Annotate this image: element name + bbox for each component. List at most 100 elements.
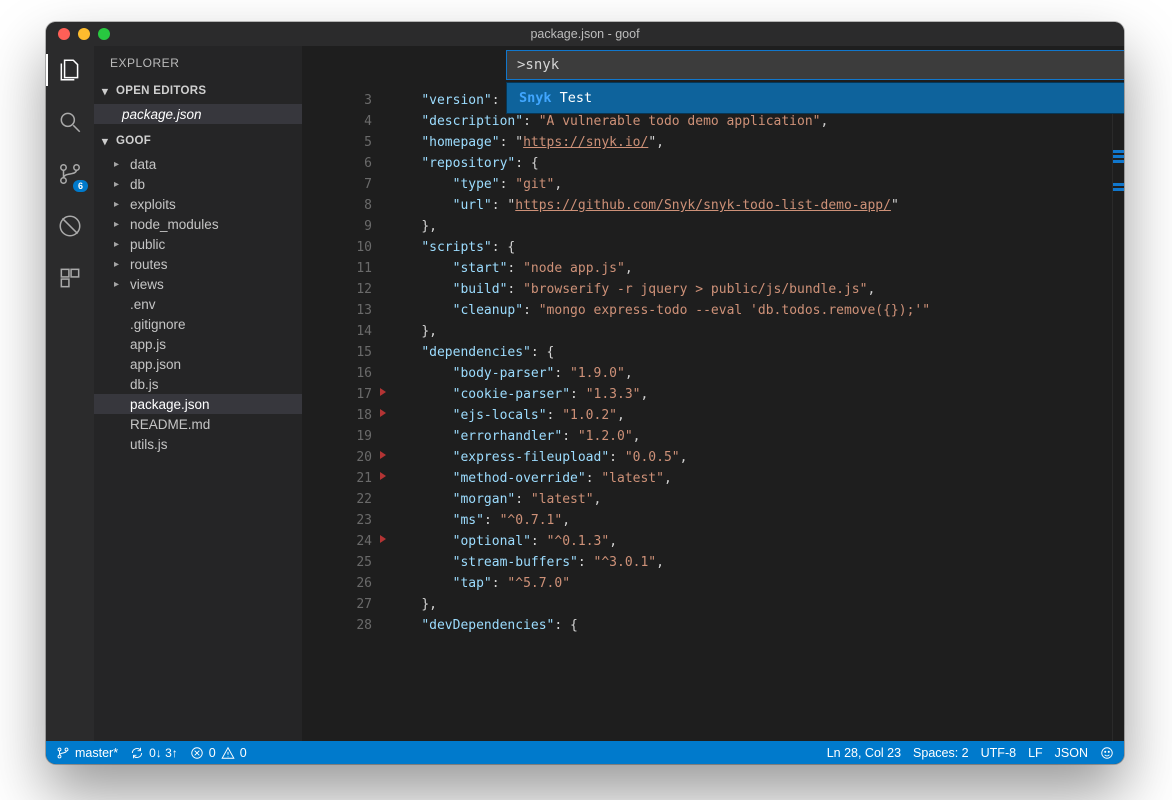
file-item[interactable]: .gitignore xyxy=(94,314,302,334)
explorer-sidebar: EXPLORER ▾ OPEN EDITORS package.json ▾ G… xyxy=(94,46,302,741)
code-line[interactable]: }, xyxy=(390,594,1108,615)
code-line[interactable]: "ms": "^0.7.1", xyxy=(390,510,1108,531)
chevron-down-icon: ▾ xyxy=(100,134,110,148)
open-editor-item[interactable]: package.json xyxy=(94,104,302,124)
status-feedback[interactable] xyxy=(1100,746,1114,760)
file-item[interactable]: db.js xyxy=(94,374,302,394)
tree-item-label: app.js xyxy=(130,337,166,352)
tree-item-label: .env xyxy=(130,297,156,312)
code-line[interactable]: "start": "node app.js", xyxy=(390,258,1108,279)
status-eol[interactable]: LF xyxy=(1028,746,1043,760)
code-line[interactable]: "type": "git", xyxy=(390,174,1108,195)
tree-item-label: README.md xyxy=(130,417,210,432)
tree-item-label: app.json xyxy=(130,357,181,372)
code-line[interactable]: "optional": "^0.1.3", xyxy=(390,531,1108,552)
open-editors-header[interactable]: ▾ OPEN EDITORS xyxy=(94,80,302,102)
code-line[interactable]: "express-fileupload": "0.0.5", xyxy=(390,447,1108,468)
code-line[interactable]: "morgan": "latest", xyxy=(390,489,1108,510)
activity-search[interactable] xyxy=(54,106,86,138)
status-problems[interactable]: 0 0 xyxy=(190,746,247,760)
status-cursor[interactable]: Ln 28, Col 23 xyxy=(827,746,901,760)
status-branch[interactable]: master* xyxy=(56,746,118,760)
code-line[interactable]: "errorhandler": "1.2.0", xyxy=(390,426,1108,447)
folder-item[interactable]: ▸routes xyxy=(94,254,302,274)
breakpoint-marker[interactable] xyxy=(380,409,386,417)
code-line[interactable]: "repository": { xyxy=(390,153,1108,174)
code-line[interactable]: }, xyxy=(390,216,1108,237)
line-number: 21 xyxy=(302,468,372,489)
folder-item[interactable]: ▸views xyxy=(94,274,302,294)
tree-item-label: exploits xyxy=(130,197,176,212)
activity-extensions[interactable] xyxy=(54,262,86,294)
folder-item[interactable]: ▸db xyxy=(94,174,302,194)
command-palette-result[interactable]: Snyk Test xyxy=(506,82,1124,114)
code-line[interactable]: "build": "browserify -r jquery > public/… xyxy=(390,279,1108,300)
tree-item-label: views xyxy=(130,277,164,292)
status-spaces[interactable]: Spaces: 2 xyxy=(913,746,969,760)
code-line[interactable]: "dependencies": { xyxy=(390,342,1108,363)
line-number: 17 xyxy=(302,384,372,405)
line-number: 22 xyxy=(302,489,372,510)
code-line[interactable]: "method-override": "latest", xyxy=(390,468,1108,489)
code-line[interactable]: "devDependencies": { xyxy=(390,615,1108,636)
workspace-header[interactable]: ▾ GOOF xyxy=(94,130,302,152)
editor-area: Snyk Test 345678910111213141516171819202… xyxy=(302,46,1124,741)
folder-item[interactable]: ▸node_modules xyxy=(94,214,302,234)
line-number: 26 xyxy=(302,573,372,594)
code-line[interactable]: "cookie-parser": "1.3.3", xyxy=(390,384,1108,405)
command-palette-input[interactable] xyxy=(506,50,1124,80)
activity-explorer[interactable] xyxy=(54,54,86,86)
files-icon xyxy=(57,57,83,83)
file-item[interactable]: utils.js xyxy=(94,434,302,454)
search-icon xyxy=(57,109,83,135)
code-line[interactable]: "scripts": { xyxy=(390,237,1108,258)
folder-item[interactable]: ▸ exploits xyxy=(94,194,302,214)
breakpoint-marker[interactable] xyxy=(380,451,386,459)
sync-label: 0↓ 3↑ xyxy=(149,746,178,760)
code-line[interactable]: "ejs-locals": "1.0.2", xyxy=(390,405,1108,426)
palette-result-rest: Test xyxy=(552,90,593,106)
chevron-right-icon: ▸ xyxy=(114,199,124,210)
folder-item[interactable]: ▸public xyxy=(94,234,302,254)
breakpoint-marker[interactable] xyxy=(380,472,386,480)
debug-icon xyxy=(57,213,83,239)
breakpoint-marker[interactable] xyxy=(380,388,386,396)
line-number: 18 xyxy=(302,405,372,426)
chevron-right-icon: ▸ xyxy=(114,259,124,270)
line-number: 7 xyxy=(302,174,372,195)
breakpoint-marker[interactable] xyxy=(380,535,386,543)
status-sync[interactable]: 0↓ 3↑ xyxy=(130,746,178,760)
workspace-label: GOOF xyxy=(116,135,151,147)
status-encoding[interactable]: UTF-8 xyxy=(981,746,1016,760)
file-item[interactable]: package.json xyxy=(94,394,302,414)
line-number: 16 xyxy=(302,363,372,384)
code-line[interactable]: "stream-buffers": "^3.0.1", xyxy=(390,552,1108,573)
smiley-icon xyxy=(1100,746,1114,760)
tree-item-label: utils.js xyxy=(130,437,168,452)
line-number: 9 xyxy=(302,216,372,237)
activity-debug[interactable] xyxy=(54,210,86,242)
command-palette: Snyk Test xyxy=(506,50,1124,114)
code-line[interactable]: "homepage": "https://snyk.io/", xyxy=(390,132,1108,153)
editor-code[interactable]: "version": "0.0.3", "description": "A vu… xyxy=(390,90,1108,741)
file-item[interactable]: app.js xyxy=(94,334,302,354)
code-line[interactable]: "tap": "^5.7.0" xyxy=(390,573,1108,594)
folder-item[interactable]: ▸data xyxy=(94,154,302,174)
activity-bar: 6 xyxy=(46,46,94,741)
minimap[interactable] xyxy=(1112,90,1124,741)
activity-scm[interactable]: 6 xyxy=(54,158,86,190)
code-line[interactable]: "url": "https://github.com/Snyk/snyk-tod… xyxy=(390,195,1108,216)
code-line[interactable]: "body-parser": "1.9.0", xyxy=(390,363,1108,384)
file-item[interactable]: app.json xyxy=(94,354,302,374)
file-tree: ▸data▸db▸exploits▸node_modules▸public▸ro… xyxy=(94,152,302,460)
chevron-right-icon: ▸ xyxy=(114,239,124,250)
tree-item-label: node_modules xyxy=(130,217,219,232)
file-item[interactable]: README.md xyxy=(94,414,302,434)
code-line[interactable]: "cleanup": "mongo express-todo --eval 'd… xyxy=(390,300,1108,321)
code-line[interactable]: "description": "A vulnerable todo demo a… xyxy=(390,111,1108,132)
status-language[interactable]: JSON xyxy=(1055,746,1088,760)
file-item[interactable]: .env xyxy=(94,294,302,314)
line-number: 6 xyxy=(302,153,372,174)
line-number: 25 xyxy=(302,552,372,573)
code-line[interactable]: }, xyxy=(390,321,1108,342)
